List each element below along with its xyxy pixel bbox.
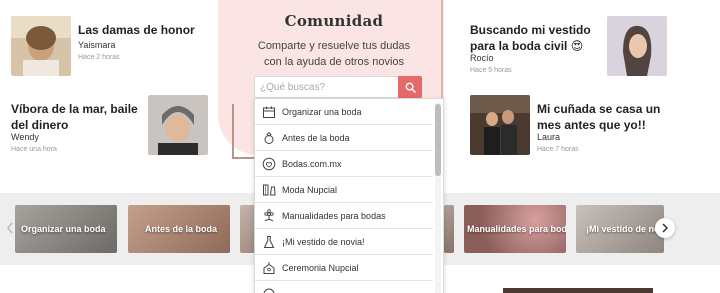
- suggestion-label: ¡Mi vestido de novia!: [282, 236, 365, 247]
- chevron-right-icon: [662, 223, 669, 233]
- question-title[interactable]: Víbora de la mar, baile del dinero: [11, 101, 143, 133]
- suggestion-moda-nupcial[interactable]: Moda Nupcial: [255, 177, 433, 203]
- more-icon: [261, 286, 277, 293]
- question-title[interactable]: Las damas de honor: [78, 22, 228, 38]
- category-antes-de-la-boda[interactable]: Antes de la boda: [128, 205, 230, 253]
- category-manualidades[interactable]: Manualidades para bodas: [464, 205, 566, 253]
- search-icon: [405, 82, 416, 93]
- suggestion-label: Antes de la boda: [282, 132, 350, 143]
- question-time: Hace 5 horas: [470, 67, 512, 74]
- category-label: Antes de la boda: [145, 224, 218, 234]
- community-subtitle: Comparte y resuelve tus dudas con la ayu…: [257, 40, 411, 68]
- question-time: Hace una hora: [11, 146, 57, 153]
- avatar: [148, 95, 208, 155]
- category-label: Manualidades para bodas: [467, 224, 566, 234]
- decorative-line: [232, 157, 256, 159]
- search-button[interactable]: [398, 76, 422, 98]
- suggestion-label: Moda Nupcial: [282, 184, 338, 195]
- heart-icon: [261, 156, 277, 172]
- category-moda[interactable]: [444, 205, 454, 253]
- question-time: Hace 7 horas: [537, 146, 579, 153]
- community-header: Comunidad Comparte y resuelve tus dudas …: [246, 12, 422, 70]
- question-time: Hace 2 horas: [78, 54, 120, 61]
- calendar-icon: [261, 104, 277, 120]
- question-title[interactable]: Mi cuñada se casa un mes antes que yo!!: [537, 101, 677, 133]
- suggestion-mi-vestido[interactable]: ¡Mi vestido de novia!: [255, 229, 433, 255]
- suggestion-bodas-com-mx[interactable]: Bodas.com.mx: [255, 151, 433, 177]
- suggestion-ceremonia-nupcial[interactable]: Ceremonia Nupcial: [255, 255, 433, 281]
- category-image: [240, 205, 255, 253]
- category-mi-vestido[interactable]: ¡Mi vestido de no: [576, 205, 664, 253]
- category-label: ¡Mi vestido de no: [586, 224, 660, 234]
- church-icon: [261, 260, 277, 276]
- category-label: Organizar una boda: [21, 224, 106, 234]
- suggestion-more[interactable]: [255, 281, 433, 293]
- decorative-line: [232, 104, 234, 158]
- suggestion-label: Manualidades para bodas: [282, 210, 386, 221]
- category-organizar-una-boda[interactable]: Organizar una boda: [15, 205, 117, 253]
- dress-icon: [261, 234, 277, 250]
- question-author: Yaismara: [78, 40, 116, 50]
- suggestion-label: Bodas.com.mx: [282, 158, 342, 169]
- question-title[interactable]: Buscando mi vestido para la boda civil 😍: [470, 22, 602, 54]
- search-suggestions-dropdown: Organizar una boda Antes de la boda Boda…: [254, 98, 444, 293]
- question-author: Wendy: [11, 132, 39, 142]
- ring-icon: [261, 130, 277, 146]
- question-author: Rocío: [470, 53, 494, 63]
- suggestion-antes-de-la-boda[interactable]: Antes de la boda: [255, 125, 433, 151]
- search-box: [254, 76, 422, 98]
- category-bodas[interactable]: [240, 205, 255, 253]
- carousel-next-button[interactable]: [655, 218, 675, 238]
- suit-icon: [261, 182, 277, 198]
- chevron-left-icon: [7, 222, 13, 234]
- bottom-image: [503, 288, 653, 293]
- suggestion-label: Organizar una boda: [282, 106, 362, 117]
- flower-icon: [261, 208, 277, 224]
- avatar: [607, 16, 667, 76]
- suggestion-label: Ceremonia Nupcial: [282, 262, 359, 273]
- search-input[interactable]: [255, 77, 395, 98]
- suggestion-organizar-una-boda[interactable]: Organizar una boda: [255, 99, 433, 125]
- community-title: Comunidad: [284, 12, 384, 30]
- decorative-line: [441, 0, 443, 100]
- suggestion-manualidades[interactable]: Manualidades para bodas: [255, 203, 433, 229]
- category-image: [444, 205, 454, 253]
- avatar: [11, 16, 71, 76]
- question-author: Laura: [537, 132, 561, 142]
- dropdown-scrollbar-thumb[interactable]: [435, 104, 441, 176]
- avatar: [470, 95, 530, 155]
- page: Comunidad Comparte y resuelve tus dudas …: [0, 0, 720, 293]
